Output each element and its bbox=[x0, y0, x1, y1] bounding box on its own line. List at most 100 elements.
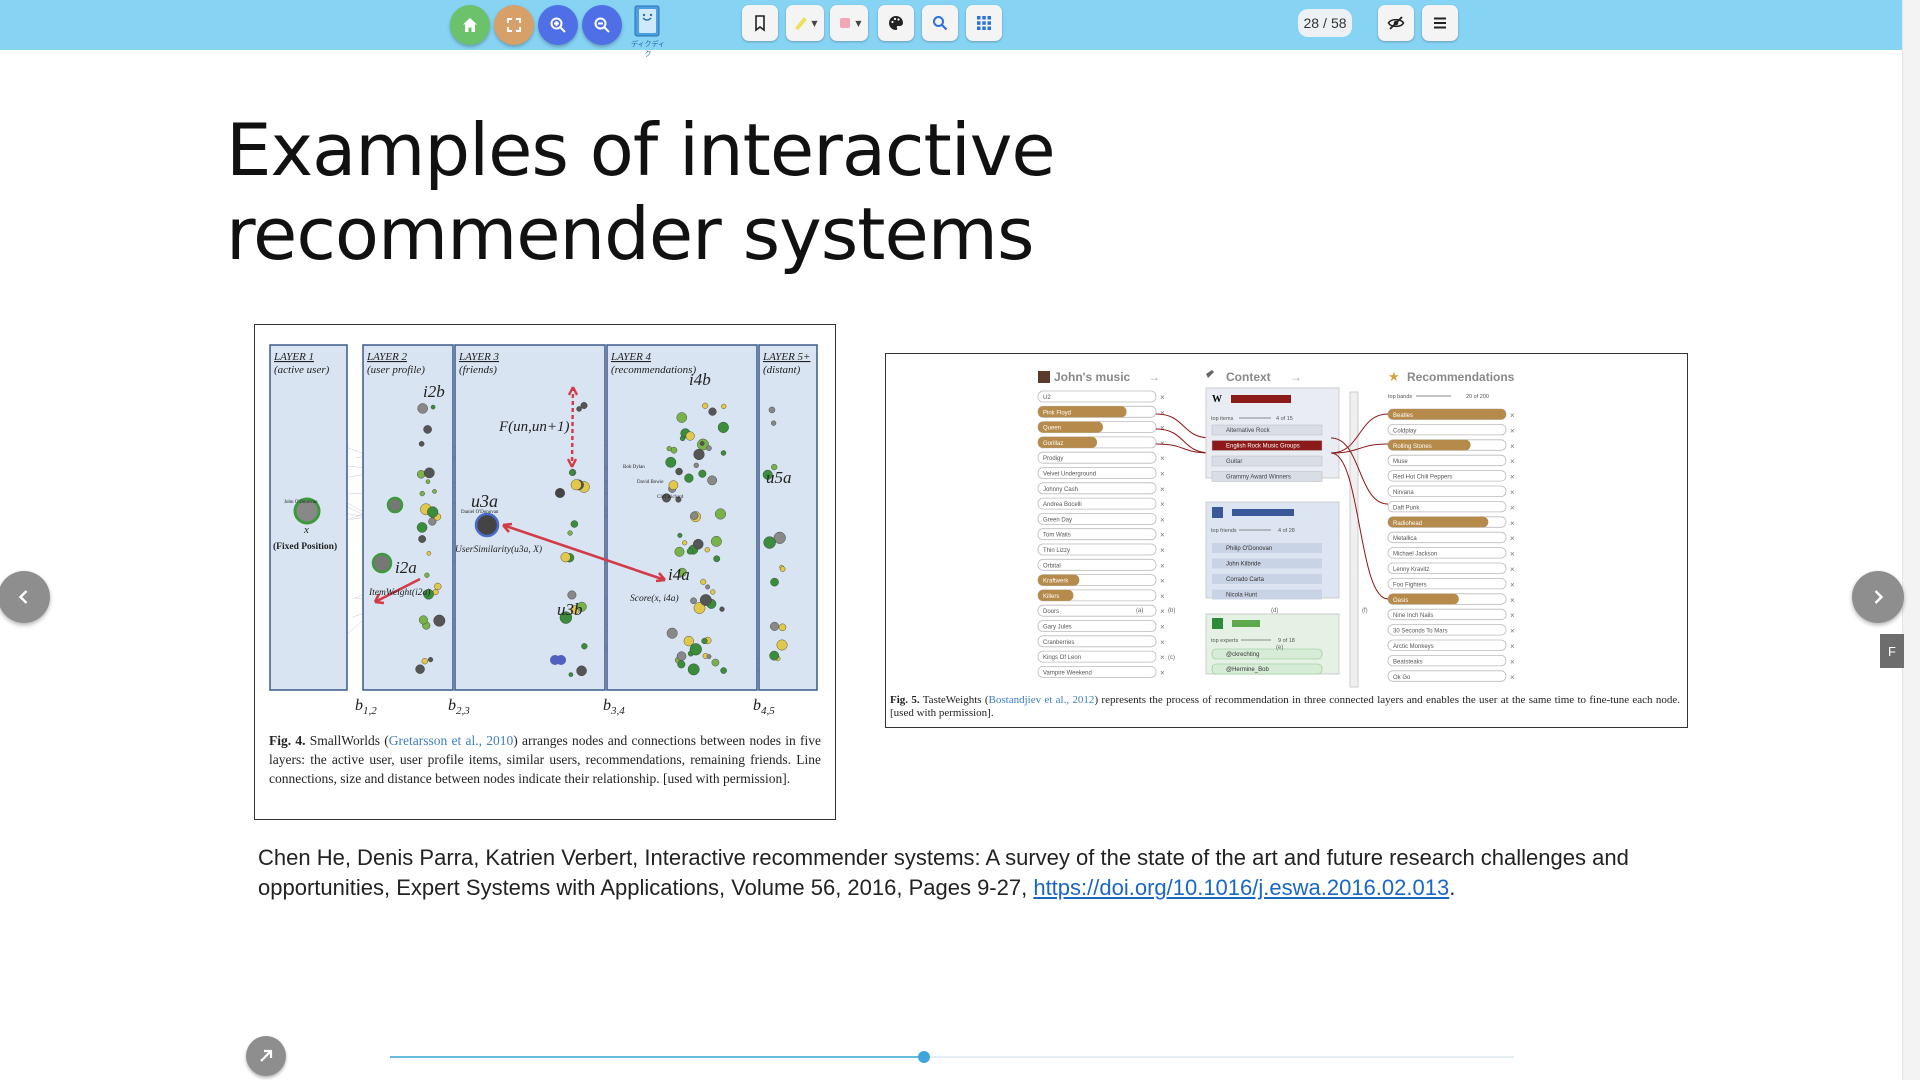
remove-icon: × bbox=[1510, 411, 1515, 420]
remove-icon: × bbox=[1160, 515, 1165, 524]
page-current: 28 bbox=[1303, 15, 1320, 31]
rec-item-label: Beatsteaks bbox=[1393, 659, 1423, 665]
panel-marker: (d) bbox=[1271, 608, 1278, 614]
bookmark-button[interactable] bbox=[742, 5, 778, 41]
figure-tasteweights: John's music → Context → ★ Recommendations U2 ×… bbox=[885, 353, 1688, 728]
wikipedia-icon: W bbox=[1212, 394, 1222, 405]
hide-annotations-button[interactable] bbox=[1378, 5, 1414, 41]
eraser-button[interactable]: ▼ bbox=[830, 5, 868, 41]
book-logo-icon bbox=[634, 5, 660, 37]
graph-node bbox=[770, 420, 777, 426]
app-logo[interactable]: ディクディク bbox=[630, 4, 666, 58]
graph-node bbox=[576, 406, 582, 412]
boundary-label: b3,4 bbox=[603, 697, 625, 717]
node-label-i2b: i2b bbox=[423, 382, 445, 401]
eraser-icon bbox=[840, 18, 851, 28]
tw-weight-bar bbox=[1232, 620, 1260, 627]
graph-node bbox=[699, 441, 705, 446]
side-panel-tab[interactable]: F bbox=[1880, 634, 1904, 668]
music-column-icon bbox=[1038, 371, 1050, 383]
music-item-label: Green Day bbox=[1043, 517, 1072, 523]
col-title-context: Context bbox=[1226, 370, 1271, 384]
label-item-weight: ItemWeight(i2a) bbox=[368, 587, 430, 598]
graph-node bbox=[682, 540, 688, 546]
panel-marker: (f) bbox=[1362, 608, 1368, 614]
graph-node bbox=[705, 584, 711, 590]
menu-button[interactable] bbox=[1422, 5, 1458, 41]
graph-node bbox=[418, 615, 428, 625]
music-item-label: Velvet Underground bbox=[1043, 472, 1096, 478]
slide-progress-bar[interactable] bbox=[390, 1051, 1514, 1063]
search-button[interactable] bbox=[922, 5, 958, 41]
remove-icon: × bbox=[1510, 580, 1515, 589]
node-label-u3b: u3b bbox=[557, 600, 583, 619]
expert-item-label: @Hermine_Bob bbox=[1226, 667, 1269, 673]
remove-icon: × bbox=[1160, 470, 1165, 479]
rec-count: 20 of 200 bbox=[1466, 394, 1489, 400]
fixed-position-label: (Fixed Position) bbox=[273, 541, 337, 552]
layer-title: LAYER 2 bbox=[366, 351, 408, 363]
graph-node bbox=[720, 450, 727, 456]
context-item-label: Alternative Rock bbox=[1226, 428, 1271, 434]
layer-subtitle: (active user) bbox=[274, 364, 330, 376]
graph-node bbox=[690, 511, 699, 520]
music-item-label: Andrea Bocelli bbox=[1043, 502, 1082, 508]
graph-node bbox=[434, 582, 442, 591]
rec-item-label: Ok Go bbox=[1393, 675, 1411, 681]
zoom-in-button[interactable] bbox=[538, 5, 578, 45]
remove-icon: × bbox=[1510, 457, 1515, 466]
graph-node bbox=[779, 566, 786, 572]
graph-node bbox=[570, 520, 579, 528]
friend-node bbox=[556, 655, 566, 665]
graph-node bbox=[686, 548, 694, 555]
graph-node bbox=[421, 657, 428, 665]
zoom-in-icon bbox=[550, 17, 566, 33]
graph-node bbox=[423, 425, 432, 434]
progress-fill bbox=[390, 1056, 924, 1058]
rec-item-label: Foo Fighters bbox=[1393, 582, 1427, 588]
music-item-label: Orbital bbox=[1043, 563, 1061, 569]
rec-item-label: Coldplay bbox=[1393, 428, 1416, 434]
open-external-button[interactable] bbox=[246, 1036, 286, 1076]
fig4-caption-label: Fig. 4. bbox=[269, 733, 306, 748]
label-f-function: F(un,un+1) bbox=[498, 419, 570, 435]
graph-node bbox=[430, 404, 436, 410]
palette-button[interactable] bbox=[878, 5, 914, 41]
doi-link[interactable]: https://doi.org/10.1016/j.eswa.2016.02.0… bbox=[1033, 875, 1449, 900]
bookmark-icon bbox=[755, 15, 765, 32]
graph-node bbox=[721, 403, 727, 409]
remove-icon: × bbox=[1510, 442, 1515, 451]
node-label-i4a: i4a bbox=[668, 565, 690, 584]
context-item-label: Guitar bbox=[1226, 459, 1242, 465]
node-label: Bob Dylan bbox=[623, 465, 645, 470]
graph-node bbox=[677, 532, 683, 538]
star-icon: ★ bbox=[1388, 369, 1400, 384]
fig5-caption-pre: TasteWeights ( bbox=[919, 694, 989, 706]
node-label-i2a: i2a bbox=[395, 558, 417, 577]
remove-icon: × bbox=[1510, 426, 1515, 435]
weight-connection bbox=[1330, 437, 1389, 505]
arrow-icon: → bbox=[1148, 370, 1160, 384]
twitter-icon bbox=[1212, 618, 1223, 629]
page-total: 58 bbox=[1330, 15, 1347, 31]
home-button[interactable] bbox=[450, 5, 490, 45]
vertical-scrollbar[interactable] bbox=[1902, 0, 1920, 1080]
label-user-similarity: UserSimilarity(u3a, X) bbox=[455, 544, 542, 555]
graph-node bbox=[711, 658, 720, 667]
graph-node bbox=[425, 479, 431, 484]
graph-node bbox=[778, 623, 787, 632]
layer-subtitle: (recommendations) bbox=[611, 364, 696, 376]
grid-button[interactable] bbox=[966, 5, 1002, 41]
zoom-out-button[interactable] bbox=[582, 5, 622, 45]
next-slide-button[interactable] bbox=[1852, 571, 1904, 623]
remove-icon: × bbox=[1510, 611, 1515, 620]
zoom-out-icon bbox=[594, 17, 610, 33]
layer-panel bbox=[606, 344, 758, 691]
page-indicator[interactable]: 28 / 58 bbox=[1298, 9, 1352, 37]
previous-slide-button[interactable] bbox=[0, 571, 50, 623]
highlighter-button[interactable]: ▼ bbox=[786, 5, 824, 41]
progress-knob[interactable] bbox=[917, 1051, 930, 1063]
fullscreen-button[interactable] bbox=[494, 5, 534, 45]
node-label: John O'Donovan bbox=[284, 500, 318, 505]
graph-node bbox=[708, 407, 717, 416]
